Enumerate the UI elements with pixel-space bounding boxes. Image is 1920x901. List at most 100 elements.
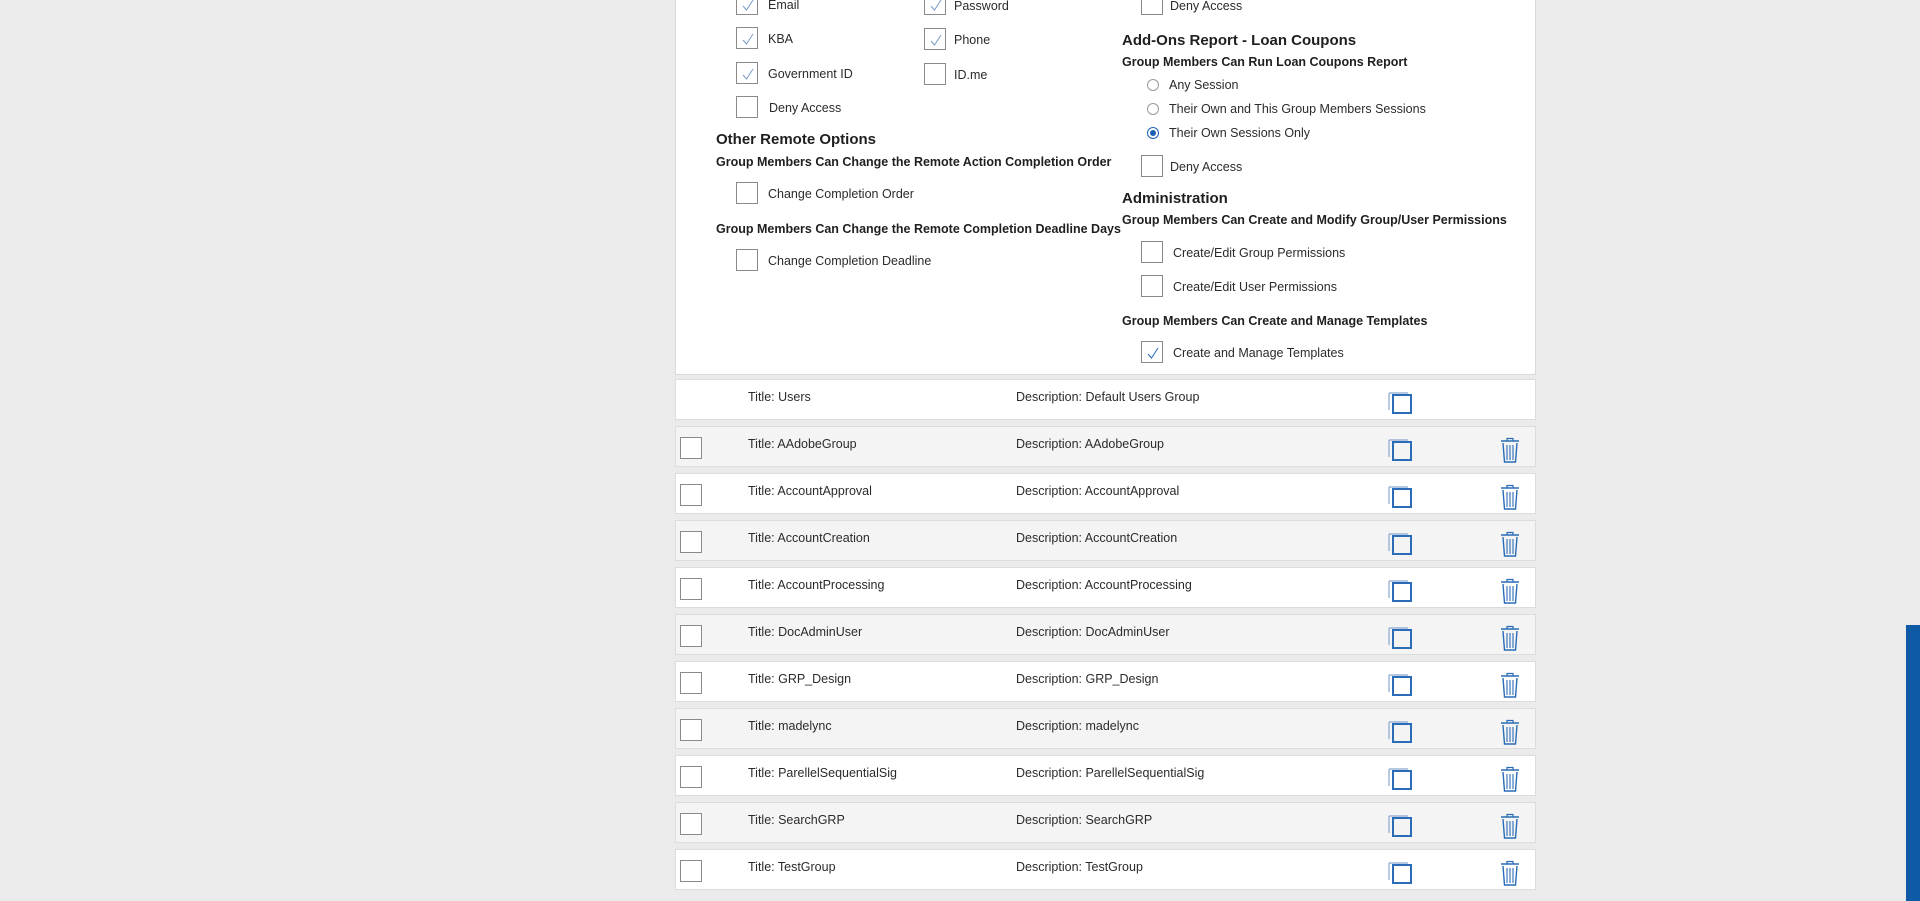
trash-icon[interactable] xyxy=(1499,719,1521,745)
table-row[interactable]: Title: GRP_Design Description: GRP_Design xyxy=(675,661,1536,702)
other-remote-options-heading: Other Remote Options xyxy=(716,131,877,148)
group-description: Description: AccountApproval xyxy=(1016,484,1180,498)
row-select-checkbox[interactable] xyxy=(680,719,702,741)
edit-user-permissions-checkbox[interactable] xyxy=(1141,275,1163,297)
edit-group-permissions-label: Create/Edit Group Permissions xyxy=(1173,246,1346,260)
completion-order-subheading: Group Members Can Change the Remote Acti… xyxy=(716,155,1112,169)
group-description: Description: TestGroup xyxy=(1016,860,1143,874)
group-description: Description: madelync xyxy=(1016,719,1139,733)
row-select-checkbox[interactable] xyxy=(680,766,702,788)
table-row[interactable]: Title: ParellelSequentialSig Description:… xyxy=(675,755,1536,796)
addons-report-heading: Add-Ons Report - Loan Coupons xyxy=(1122,32,1357,49)
trash-icon[interactable] xyxy=(1499,860,1521,886)
row-select-checkbox[interactable] xyxy=(680,625,702,647)
scrollbar-thumb[interactable] xyxy=(1906,625,1920,901)
row-select-checkbox[interactable] xyxy=(680,672,702,694)
own-and-group-sessions-label: Their Own and This Group Members Session… xyxy=(1169,102,1426,116)
row-select-checkbox[interactable] xyxy=(680,860,702,882)
table-row[interactable]: Title: AccountCreation Description: Accou… xyxy=(675,520,1536,561)
copy-icon[interactable] xyxy=(1388,390,1414,414)
idme-checkbox[interactable] xyxy=(924,63,946,85)
change-completion-order-checkbox[interactable] xyxy=(736,182,758,204)
copy-icon[interactable] xyxy=(1388,484,1414,508)
trash-icon[interactable] xyxy=(1499,672,1521,698)
deny-access-checkbox[interactable] xyxy=(736,96,758,118)
group-description: Description: AccountProcessing xyxy=(1016,578,1192,592)
change-completion-deadline-checkbox[interactable] xyxy=(736,249,758,271)
trash-icon[interactable] xyxy=(1499,625,1521,651)
table-row[interactable]: Title: Users Description: Default Users G… xyxy=(675,379,1536,420)
group-title: Title: DocAdminUser xyxy=(748,625,863,639)
copy-icon[interactable] xyxy=(1388,578,1414,602)
copy-icon[interactable] xyxy=(1388,672,1414,696)
trash-icon[interactable] xyxy=(1499,437,1521,463)
table-row[interactable]: Title: SearchGRP Description: SearchGRP xyxy=(675,802,1536,843)
change-completion-deadline-label: Change Completion Deadline xyxy=(768,254,932,268)
kba-label: KBA xyxy=(768,32,794,46)
row-select-checkbox[interactable] xyxy=(680,578,702,600)
password-checkbox[interactable] xyxy=(924,0,946,15)
trash-icon[interactable] xyxy=(1499,531,1521,557)
group-title: Title: AAdobeGroup xyxy=(748,437,857,451)
any-session-radio[interactable] xyxy=(1147,79,1159,91)
deny-access-label: Deny Access xyxy=(769,101,842,115)
top-deny-access-label: Deny Access xyxy=(1170,0,1243,13)
table-row[interactable]: Title: AAdobeGroup Description: AAdobeGro… xyxy=(675,426,1536,467)
group-description: Description: SearchGRP xyxy=(1016,813,1153,827)
manage-templates-checkbox[interactable] xyxy=(1141,341,1163,363)
row-select-checkbox[interactable] xyxy=(680,813,702,835)
table-row[interactable]: Title: madelync Description: madelync xyxy=(675,708,1536,749)
own-and-group-sessions-radio[interactable] xyxy=(1147,103,1159,115)
government-id-label: Government ID xyxy=(768,67,853,81)
group-permissions-panel: Email Password KBA Phone Government ID I… xyxy=(675,0,1536,375)
copy-icon[interactable] xyxy=(1388,625,1414,649)
group-title: Title: AccountApproval xyxy=(748,484,872,498)
copy-icon[interactable] xyxy=(1388,719,1414,743)
addons-deny-access-label: Deny Access xyxy=(1170,160,1243,174)
table-row[interactable]: Title: AccountProcessing Description: Acc… xyxy=(675,567,1536,608)
copy-icon[interactable] xyxy=(1388,437,1414,461)
trash-icon[interactable] xyxy=(1499,484,1521,510)
own-sessions-only-radio[interactable] xyxy=(1147,127,1159,139)
trash-icon[interactable] xyxy=(1499,766,1521,792)
group-description: Description: GRP_Design xyxy=(1016,672,1159,686)
email-checkbox[interactable] xyxy=(736,0,758,15)
table-row[interactable]: Title: TestGroup Description: TestGroup xyxy=(675,849,1536,890)
email-label: Email xyxy=(768,0,800,12)
government-id-checkbox[interactable] xyxy=(736,62,758,84)
change-completion-order-label: Change Completion Order xyxy=(768,187,914,201)
copy-icon[interactable] xyxy=(1388,766,1414,790)
table-row[interactable]: Title: DocAdminUser Description: DocAdmin… xyxy=(675,614,1536,655)
group-title: Title: ParellelSequentialSig xyxy=(748,766,897,780)
administration-heading: Administration xyxy=(1122,190,1228,207)
row-select-checkbox[interactable] xyxy=(680,484,702,506)
idme-label: ID.me xyxy=(954,68,988,82)
edit-group-permissions-checkbox[interactable] xyxy=(1141,241,1163,263)
copy-icon[interactable] xyxy=(1388,860,1414,884)
row-select-checkbox[interactable] xyxy=(680,437,702,459)
group-title: Title: AccountCreation xyxy=(748,531,870,545)
own-sessions-only-label: Their Own Sessions Only xyxy=(1169,126,1311,140)
addons-deny-access-checkbox[interactable] xyxy=(1141,155,1163,177)
group-description: Description: AAdobeGroup xyxy=(1016,437,1165,451)
phone-checkbox[interactable] xyxy=(924,28,946,50)
group-title: Title: GRP_Design xyxy=(748,672,852,686)
group-title: Title: SearchGRP xyxy=(748,813,845,827)
trash-icon[interactable] xyxy=(1499,813,1521,839)
manage-templates-label: Create and Manage Templates xyxy=(1173,346,1344,360)
row-select-checkbox[interactable] xyxy=(680,531,702,553)
copy-icon[interactable] xyxy=(1388,813,1414,837)
group-title: Title: AccountProcessing xyxy=(748,578,885,592)
group-description: Description: ParellelSequentialSig xyxy=(1016,766,1205,780)
trash-icon[interactable] xyxy=(1499,578,1521,604)
group-description: Description: DocAdminUser xyxy=(1016,625,1170,639)
group-title: Title: Users xyxy=(748,390,811,404)
kba-checkbox[interactable] xyxy=(736,27,758,49)
password-label: Password xyxy=(954,0,1009,13)
table-row[interactable]: Title: AccountApproval Description: Accou… xyxy=(675,473,1536,514)
top-deny-access-checkbox[interactable] xyxy=(1141,0,1163,15)
permissions-subheading: Group Members Can Create and Modify Grou… xyxy=(1122,213,1507,227)
copy-icon[interactable] xyxy=(1388,531,1414,555)
loan-coupons-subheading: Group Members Can Run Loan Coupons Repor… xyxy=(1122,55,1408,69)
group-title: Title: madelync xyxy=(748,719,832,733)
